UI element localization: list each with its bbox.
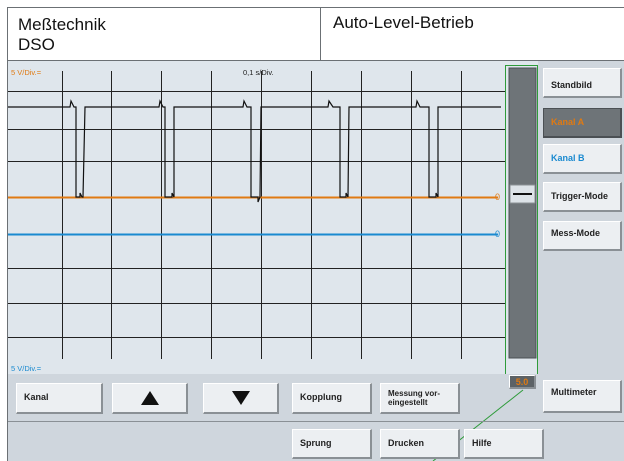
dso-window: Meßtechnik DSO Auto-Level-Betrieb 5 V/Di… <box>7 7 624 461</box>
channel-b-ground-marker: 0 <box>495 229 500 239</box>
arrow-up-button[interactable] <box>112 383 188 414</box>
kopplung-button[interactable]: Kopplung <box>292 383 372 414</box>
multimeter-button[interactable]: Multimeter <box>543 380 622 413</box>
button-row-separator <box>8 421 624 422</box>
app-title-panel: Meßtechnik DSO <box>8 8 321 61</box>
channel-a-scale-label: 5 V/Div.= <box>11 68 42 77</box>
messung-label-line2: eingestellt <box>388 398 428 407</box>
app-title: Meßtechnik <box>18 15 106 34</box>
arrow-down-button[interactable] <box>203 383 279 414</box>
standbild-button[interactable]: Standbild <box>543 68 622 98</box>
messung-voreingestellt-button[interactable]: Messung vor- eingestellt <box>380 383 460 414</box>
signal-trace <box>8 99 501 203</box>
scope-grid-svg: 5 V/Div.= 5 V/Div.= 0,1 s/Div. 0 0 <box>8 65 538 389</box>
kanal-button[interactable]: Kanal <box>16 383 103 414</box>
arrow-down-icon <box>231 391 250 405</box>
app-subtitle: DSO <box>18 35 55 54</box>
level-value-display: 5.0 <box>509 375 536 389</box>
mess-mode-button[interactable]: Mess-Mode <box>543 221 622 251</box>
oscilloscope-screen: 5 V/Div.= 5 V/Div.= 0,1 s/Div. 0 0 <box>8 61 538 389</box>
messung-label-line1: Messung vor- <box>388 389 441 398</box>
time-scale-label: 0,1 s/Div. <box>243 68 274 77</box>
hilfe-button[interactable]: Hilfe <box>464 429 544 459</box>
arrow-up-icon <box>140 391 159 405</box>
scope-grid <box>8 71 505 359</box>
mode-panel: Auto-Level-Betrieb <box>321 8 624 61</box>
sprung-button[interactable]: Sprung <box>292 429 372 459</box>
drucken-button[interactable]: Drucken <box>380 429 460 459</box>
channel-a-ground-marker: 0 <box>495 192 500 202</box>
kanal-a-button[interactable]: Kanal A <box>543 108 622 138</box>
kanal-b-button[interactable]: Kanal B <box>543 144 622 174</box>
trigger-mode-button[interactable]: Trigger-Mode <box>543 182 622 212</box>
level-slider-track[interactable] <box>508 67 537 359</box>
channel-b-scale-label: 5 V/Div.= <box>11 364 42 373</box>
mode-label: Auto-Level-Betrieb <box>333 13 474 32</box>
